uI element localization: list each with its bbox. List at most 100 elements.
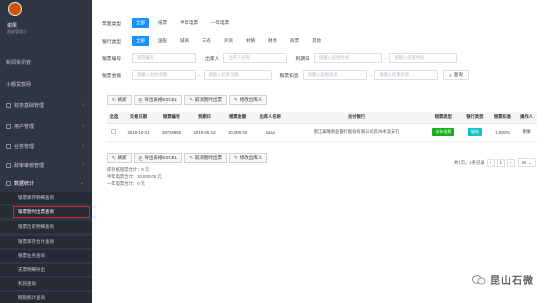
bank-type-badge: 城商 <box>467 128 482 136</box>
bank-chip-foreign[interactable]: 外资 <box>220 36 237 46</box>
checklist-icon <box>6 162 11 168</box>
pagination-info: 共1页，1条记录 <box>454 159 485 165</box>
sidebar-item-business[interactable]: 业务管理 ‹ <box>0 138 92 154</box>
payee-label: 出库人 <box>205 56 220 62</box>
search-button[interactable]: ⌕ 查询 <box>443 70 469 80</box>
summary-one-year-total: 一年电票合计：0 元 <box>107 181 145 186</box>
table-row[interactable]: 2018-12-21 28726855 2019-05-13 10,000.00… <box>107 123 537 142</box>
type-chip-all[interactable]: 全部 <box>132 18 149 28</box>
row-select-cell[interactable] <box>107 123 121 142</box>
type-chip-paper[interactable]: 纸票 <box>154 18 171 28</box>
export-excel-button[interactable]: ⎘ 导出表格EXCEL <box>133 153 183 163</box>
column-header: 银行类型 <box>460 112 489 124</box>
column-header: 银票扣息 <box>488 112 517 124</box>
sidebar-item-news[interactable]: 新闻资讯管 <box>0 54 92 70</box>
column-header: 兑付银行 <box>287 112 426 124</box>
sidebar-sub-check-export[interactable]: 支票明细导出 <box>0 264 92 276</box>
cancel-label: 取消暂时出票 <box>194 155 222 160</box>
page-1-button[interactable]: 1 <box>496 158 505 167</box>
cell-bank-type: 城商 <box>460 123 489 142</box>
sidebar-item-users[interactable]: 用户管理 ‹ <box>0 118 92 134</box>
search-button-label: 查询 <box>453 72 463 77</box>
discount-label: 银票扣息 <box>279 73 299 79</box>
due-start-input[interactable]: 请输入起始时间 <box>313 53 382 63</box>
cell-discount: 1.000% <box>488 123 517 142</box>
row-checkbox[interactable] <box>111 129 117 134</box>
sidebar-item-audit[interactable]: 财审审核管理 ‹ <box>0 157 92 173</box>
bank-chip-finance[interactable]: 财务 <box>264 36 281 46</box>
amount-start-input[interactable]: 请输入起始金额 <box>132 70 196 80</box>
discount-end-input[interactable]: 请输入结束扣息 <box>374 70 439 80</box>
payee-input[interactable]: 出库人名称 <box>223 53 288 63</box>
sidebar-sub-label: 网银统计查询 <box>18 295 45 300</box>
range-separator: - <box>369 72 372 78</box>
sidebar-sub-stock-total[interactable]: 银票库存合计查询 <box>0 236 92 248</box>
cell-bill-type: 半年电票 <box>425 123 461 142</box>
column-header: 银票类型 <box>425 112 461 124</box>
column-header: 出库人名称 <box>252 112 288 124</box>
avatar[interactable] <box>8 2 22 16</box>
user-name: 谢果 <box>7 23 18 29</box>
refresh-button[interactable]: ↻ 刷新 <box>107 153 132 163</box>
sidebar: 谢果 超级管理员 · 新闻资讯管 小额贷款网 财务基础管理 ‹ 用户管理 ‹ 业… <box>0 0 92 303</box>
prev-page-button[interactable]: ‹ <box>486 158 495 167</box>
refresh-label: 刷新 <box>117 97 127 102</box>
sidebar-sub-label: 支票明细导出 <box>18 267 45 272</box>
discount-start-input[interactable]: 请输入起始扣息 <box>302 70 367 80</box>
sidebar-item-label: 业务管理 <box>14 143 35 150</box>
column-header[interactable]: 全选 <box>107 112 121 124</box>
export-label: 导出表格EXCEL <box>144 97 178 102</box>
sidebar-item-loan[interactable]: 小额贷款网 <box>0 76 92 92</box>
refresh-button[interactable]: ↻ 刷新 <box>107 95 132 105</box>
column-header: 银票编号 <box>156 112 187 124</box>
column-header: 交易日期 <box>120 112 157 124</box>
cell-bill-no: 28726855 <box>156 123 187 142</box>
bank-chip-guogu[interactable]: 国股 <box>154 36 171 46</box>
range-separator: - <box>199 72 201 78</box>
cell-date: 2018-12-21 <box>120 123 157 142</box>
bank-filter-label: 银行类型 <box>102 39 122 45</box>
type-filter-label: 票面类型 <box>102 21 122 27</box>
sidebar-sub-label: 银票库存明细查询 <box>18 195 54 200</box>
bank-chip-commercial[interactable]: 商票 <box>286 36 303 46</box>
sidebar-item-label: 用户管理 <box>14 123 35 130</box>
bank-chip-village[interactable]: 村镇 <box>242 36 259 46</box>
sidebar-item-stats[interactable]: 数据统计 ⌄ <box>0 175 92 191</box>
chevron-down-icon: ⌄ <box>79 180 84 186</box>
amount-end-input[interactable]: 请输入结束金额 <box>203 70 272 80</box>
bank-chip-city[interactable]: 城商 <box>176 36 193 46</box>
sidebar-sub-label: 银票库存合计查询 <box>18 239 54 244</box>
sidebar-sub-profit[interactable]: 利润查询 <box>0 278 92 290</box>
export-icon: ⎘ <box>138 155 143 161</box>
bill-table: 全选 交易日期 银票编号 到期日 银票金额 出库人名称 兑付银行 银票类型 银行… <box>107 112 537 142</box>
type-chip-one-year[interactable]: 一年电票 <box>207 18 233 28</box>
bank-chip-rural[interactable]: 三农 <box>198 36 215 46</box>
edit-payee-button[interactable]: ✎ 修改出库人 <box>228 153 268 163</box>
edit-label: 修改出库人 <box>239 155 263 160</box>
table-header-row: 全选 交易日期 银票编号 到期日 银票金额 出库人名称 兑付银行 银票类型 银行… <box>107 112 537 124</box>
next-page-button[interactable]: › <box>506 158 515 167</box>
cell-due: 2019-05-13 <box>186 123 223 142</box>
edit-icon: ✎ <box>189 155 193 160</box>
sidebar-item-label: 财务基础管理 <box>14 102 45 109</box>
bank-chip-all[interactable]: 全部 <box>132 36 149 46</box>
sidebar-sub-online-bank[interactable]: 网银统计查询 <box>0 292 92 303</box>
due-end-input[interactable]: 请输入结束时间 <box>389 53 458 63</box>
cancel-issue-button[interactable]: ✎ 取消暂时出票 <box>184 153 227 163</box>
sidebar-item-finance[interactable]: 财务基础管理 ‹ <box>0 97 92 113</box>
edit-label: 修改出库人 <box>239 97 263 102</box>
sidebar-sub-history[interactable]: 银票历史明细查询 <box>0 221 92 233</box>
edit-payee-button[interactable]: ✎ 修改出库人 <box>228 95 268 105</box>
refresh-label: 刷新 <box>117 155 127 160</box>
export-excel-button[interactable]: ⎘ 导出表格EXCEL <box>133 95 183 105</box>
edit-icon: ✎ <box>189 97 193 102</box>
sidebar-sub-business[interactable]: 银票业务查询 <box>0 250 92 262</box>
type-chip-half-year[interactable]: 半年电票 <box>176 18 202 28</box>
sidebar-sub-stock-detail[interactable]: 银票库存明细查询 <box>0 192 92 204</box>
cancel-issue-button[interactable]: ✎ 取消暂时出票 <box>184 95 227 105</box>
refresh-icon: ↻ <box>112 155 116 160</box>
page-size-select[interactable]: 20 ⌄ <box>517 158 536 167</box>
search-row-1: 银票编号 银票编号 出库人 出库人名称 到期日 请输入起始时间 - 请输入结束时… <box>102 52 458 64</box>
bank-chip-other[interactable]: 其他 <box>308 36 325 46</box>
bill-no-input[interactable]: 银票编号 <box>132 53 196 63</box>
